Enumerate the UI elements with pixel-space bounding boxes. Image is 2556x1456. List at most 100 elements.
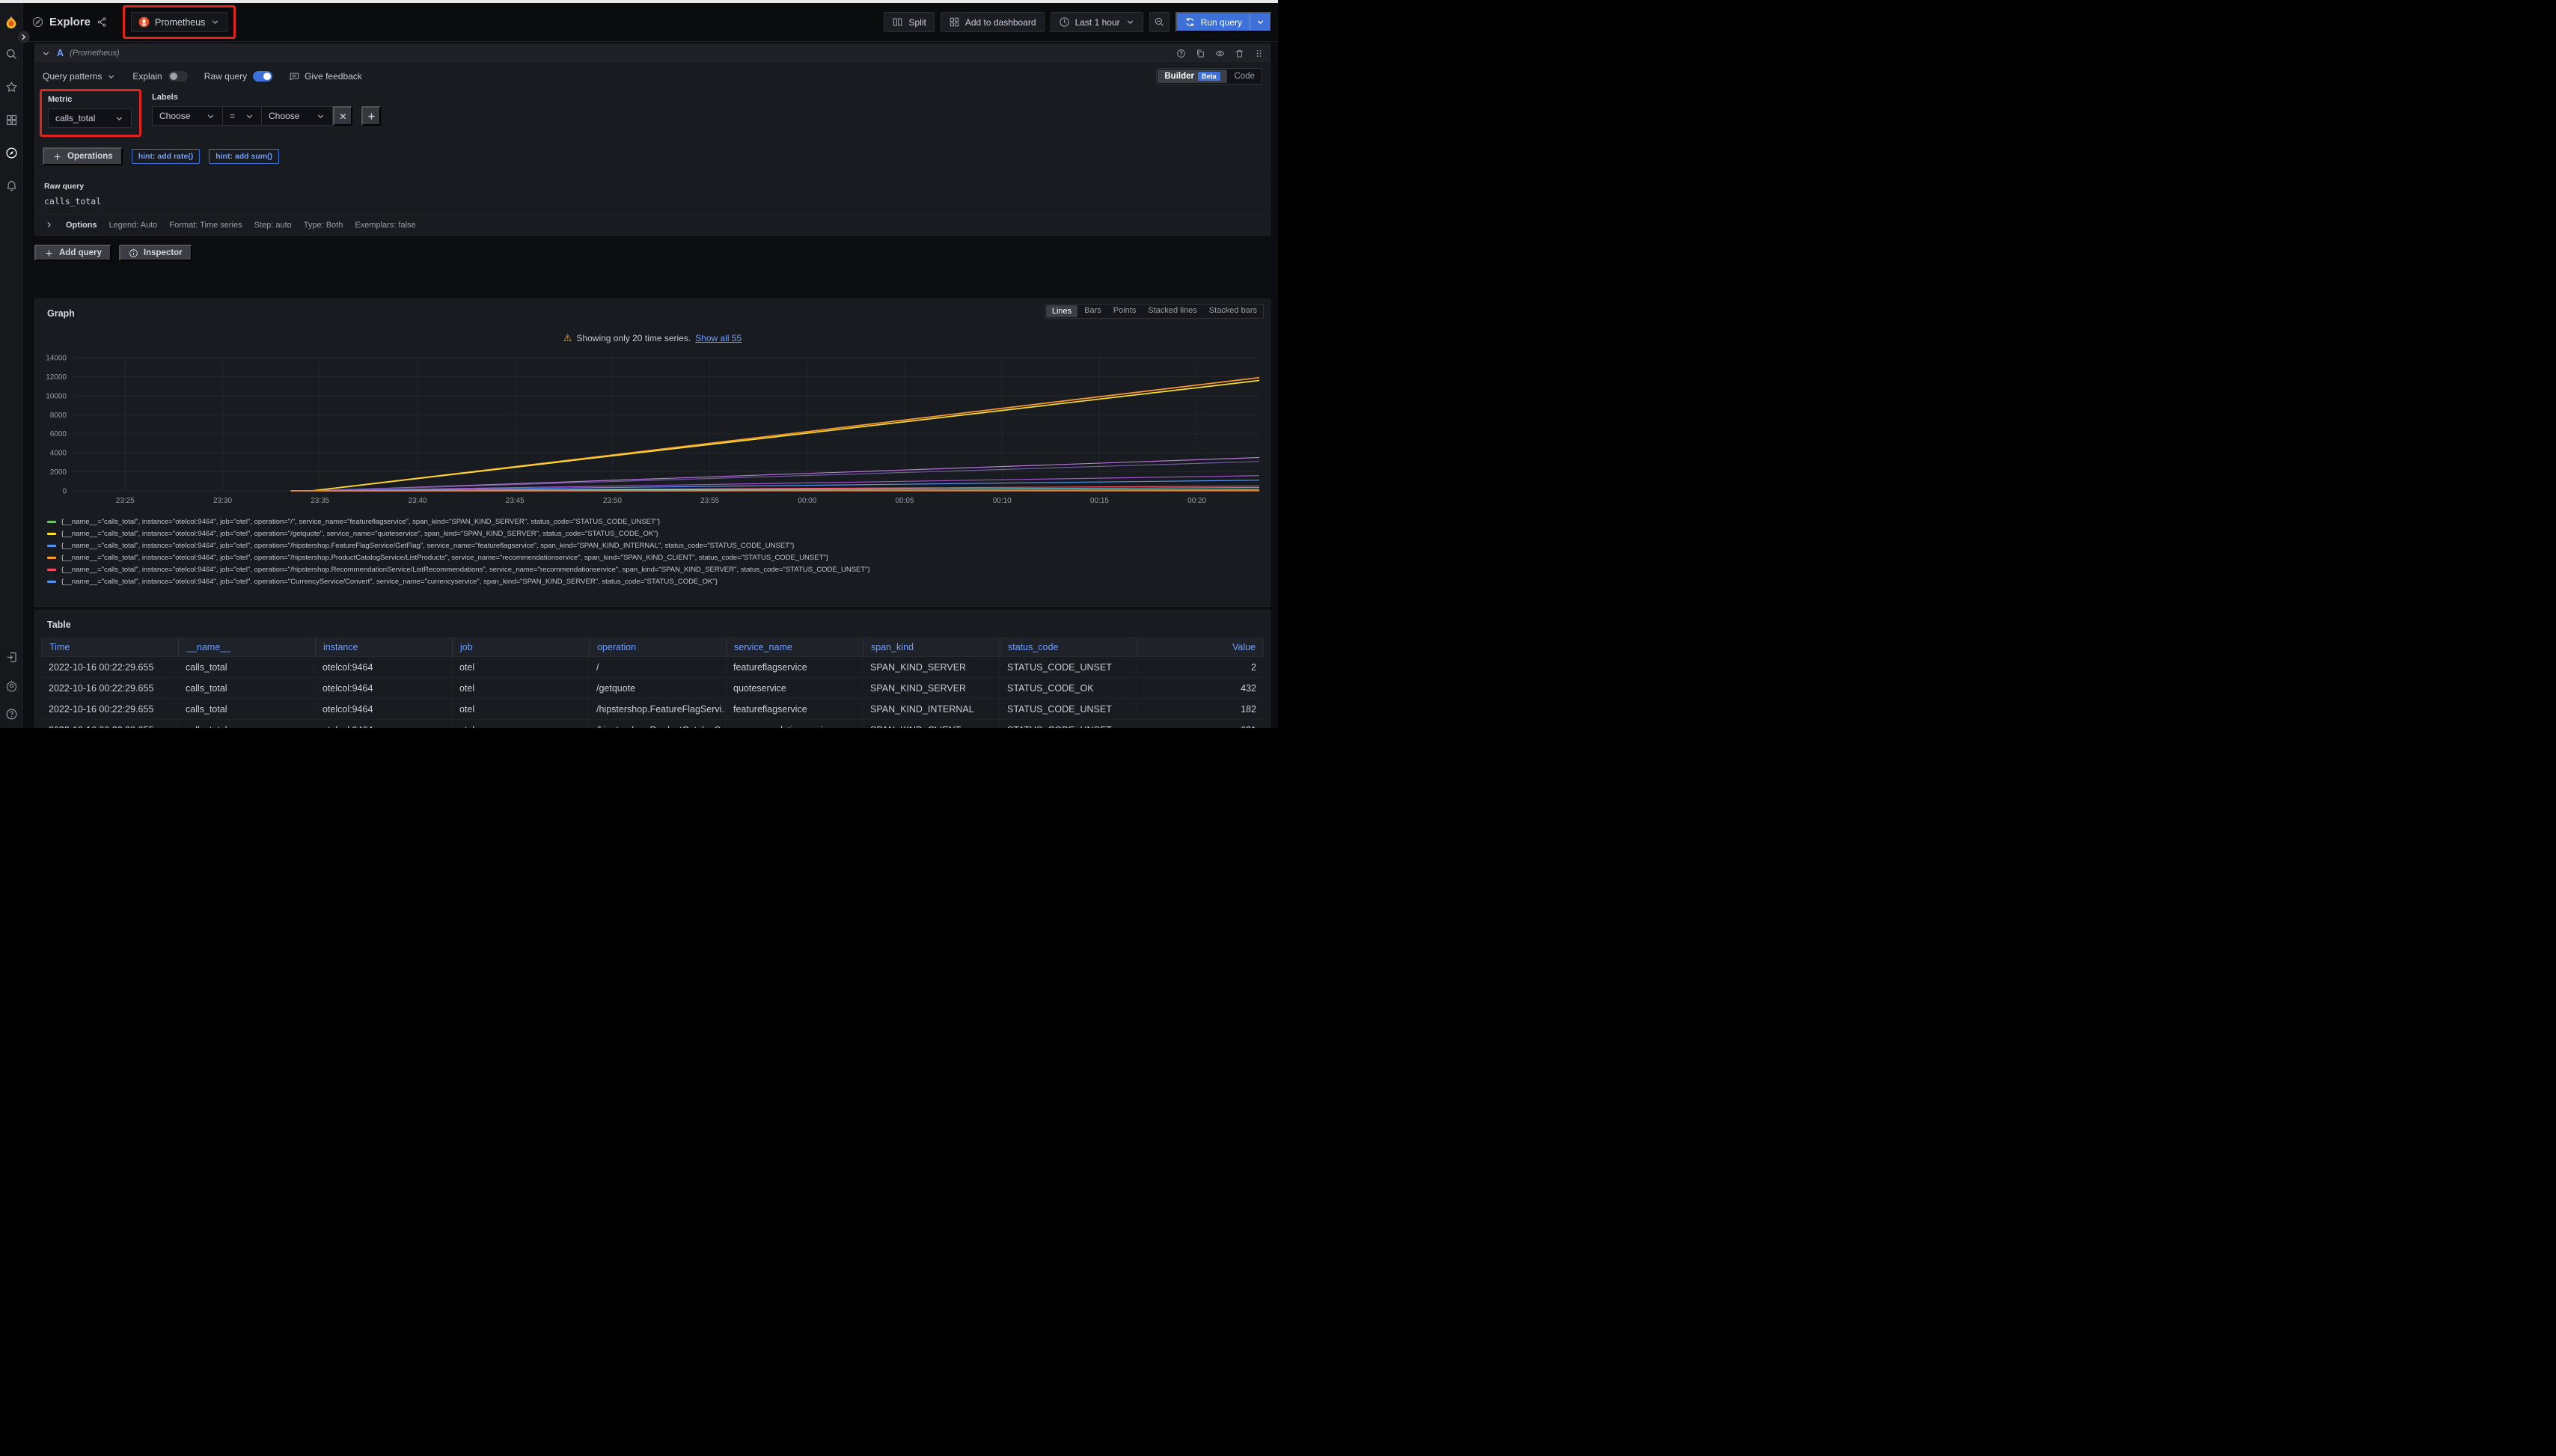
explore-toolbar: Explore Prometheus (23, 3, 1278, 42)
run-query-button[interactable]: Run query (1175, 12, 1272, 32)
table-row: 2022-10-16 00:22:29.655calls_totalotelco… (41, 699, 1264, 720)
tab-points[interactable]: Points (1107, 305, 1143, 318)
svg-text:00:00: 00:00 (798, 497, 816, 505)
add-to-dashboard-label: Add to dashboard (965, 17, 1036, 28)
remove-label-filter-button[interactable] (333, 106, 352, 126)
query-help-icon[interactable] (1176, 49, 1186, 58)
table-cell: quoteservice (726, 678, 863, 698)
table-column-header[interactable]: status_code (1000, 638, 1137, 656)
give-feedback-button[interactable]: Give feedback (289, 71, 362, 82)
metric-label: Metric (48, 95, 132, 104)
explain-label: Explain (132, 71, 162, 82)
table-cell: /hipstershop.ProductCatalogS... (589, 720, 726, 728)
table-cell: 2022-10-16 00:22:29.655 (41, 678, 178, 698)
table-body: 2022-10-16 00:22:29.655calls_totalotelco… (41, 657, 1264, 728)
explain-toggle[interactable] (168, 71, 188, 82)
time-range-picker[interactable]: Last 1 hour (1051, 12, 1143, 32)
beta-badge: Beta (1198, 72, 1220, 81)
run-query-dropdown[interactable] (1250, 13, 1271, 31)
sidebar-item-alerting[interactable] (5, 180, 18, 192)
sidebar-item-dashboards[interactable] (5, 114, 18, 126)
query-actions-row: Add query Inspector (34, 245, 1271, 261)
disable-query-eye-icon[interactable] (1215, 49, 1225, 58)
table-column-header[interactable]: instance (316, 638, 453, 656)
tab-stacked-lines[interactable]: Stacked lines (1142, 305, 1202, 318)
legend-item[interactable]: {__name__="calls_total", instance="otelc… (47, 563, 1264, 575)
split-icon (892, 16, 903, 28)
metric-select[interactable]: calls_total (48, 108, 132, 128)
sidebar-item-explore[interactable] (5, 147, 18, 159)
split-button[interactable]: Split (884, 12, 934, 32)
warning-text: Showing only 20 time series. (576, 333, 691, 343)
query-patterns-dropdown[interactable]: Query patterns (43, 71, 116, 82)
sidebar-item-starred[interactable] (5, 81, 18, 94)
explore-content: A (Prometheus) Query patterns (23, 42, 1278, 728)
label-key-select[interactable]: Choose (152, 106, 223, 126)
label-operator-select[interactable]: = (223, 106, 262, 126)
builder-label: Builder (1164, 72, 1194, 81)
table-column-header[interactable]: operation (590, 638, 727, 656)
add-label-filter-button[interactable] (361, 106, 381, 126)
builder-mode-tab[interactable]: Builder Beta (1158, 70, 1226, 83)
add-to-dashboard-button[interactable]: Add to dashboard (941, 12, 1045, 32)
table-column-header[interactable]: __name__ (179, 638, 316, 656)
hint-add-rate-button[interactable]: hint: add rate() (132, 149, 201, 164)
legend-item[interactable]: {__name__="calls_total", instance="otelc… (47, 527, 1264, 539)
tab-stacked-bars[interactable]: Stacked bars (1203, 305, 1263, 318)
split-label: Split (908, 17, 926, 28)
table-column-header[interactable]: Value (1137, 638, 1263, 656)
collapse-chevron-icon (41, 49, 51, 58)
graph-canvas[interactable]: 0200040006000800010000120001400023:2523:… (41, 349, 1265, 509)
operations-label: Operations (67, 152, 113, 161)
table-column-header[interactable]: Time (42, 638, 179, 656)
legend-item[interactable]: {__name__="calls_total", instance="otelc… (47, 516, 1264, 527)
legend-item[interactable]: {__name__="calls_total", instance="otelc… (47, 575, 1264, 587)
chevron-down-icon (1256, 17, 1265, 27)
query-row-header[interactable]: A (Prometheus) (35, 44, 1270, 62)
tab-lines[interactable]: Lines (1046, 305, 1077, 317)
chevron-down-icon (206, 111, 215, 121)
query-patterns-label: Query patterns (43, 71, 102, 82)
comment-icon (289, 71, 300, 82)
raw-query-toggle[interactable] (253, 71, 272, 82)
hint-add-sum-button[interactable]: hint: add sum() (209, 149, 279, 164)
duplicate-query-icon[interactable] (1196, 49, 1205, 58)
legend-item[interactable]: {__name__="calls_total", instance="otelc… (47, 551, 1264, 563)
sidebar-item-search[interactable] (5, 48, 18, 61)
add-operation-button[interactable]: Operations (43, 147, 123, 165)
option-exemplars: Exemplars: false (355, 221, 415, 230)
table-cell: /getquote (589, 678, 726, 698)
delete-query-trash-icon[interactable] (1235, 49, 1244, 58)
drag-handle-icon[interactable] (1254, 49, 1264, 58)
legend-item[interactable]: {__name__="calls_total", instance="otelc… (47, 539, 1264, 551)
label-value-select[interactable]: Choose (262, 106, 333, 126)
metric-labels-row: Metric calls_total Labels (35, 88, 1270, 144)
show-all-series-link[interactable]: Show all 55 (695, 333, 742, 343)
option-legend: Legend: Auto (109, 221, 158, 230)
code-mode-tab[interactable]: Code (1228, 69, 1262, 84)
add-query-button[interactable]: Add query (34, 245, 111, 261)
query-options-row[interactable]: Options Legend: Auto Format: Time series… (35, 214, 1270, 235)
svg-text:6000: 6000 (50, 430, 67, 438)
svg-text:0: 0 (62, 488, 67, 496)
zoom-out-icon (1154, 16, 1165, 28)
clock-icon (1059, 16, 1070, 28)
zoom-out-button[interactable] (1149, 12, 1170, 32)
table-column-header[interactable]: job (453, 638, 590, 656)
table-cell: otelcol:9464 (315, 657, 452, 677)
tab-bars[interactable]: Bars (1078, 305, 1107, 318)
datasource-picker[interactable]: Prometheus (131, 12, 227, 32)
legend-swatch (47, 533, 56, 535)
sidebar-item-sign-in[interactable] (5, 651, 18, 664)
legend-label: {__name__="calls_total", instance="otelc… (61, 578, 718, 586)
sidebar-item-help[interactable] (5, 708, 18, 721)
sidebar-item-settings[interactable] (5, 679, 18, 692)
svg-text:8000: 8000 (50, 412, 67, 420)
inspector-button[interactable]: Inspector (119, 245, 192, 261)
share-icon[interactable] (97, 16, 108, 28)
table-cell: featureflagservice (726, 699, 863, 719)
sidebar-expand-button[interactable] (16, 30, 31, 44)
label-operator-value: = (230, 111, 235, 121)
table-column-header[interactable]: service_name (727, 638, 863, 656)
table-column-header[interactable]: span_kind (863, 638, 1000, 656)
